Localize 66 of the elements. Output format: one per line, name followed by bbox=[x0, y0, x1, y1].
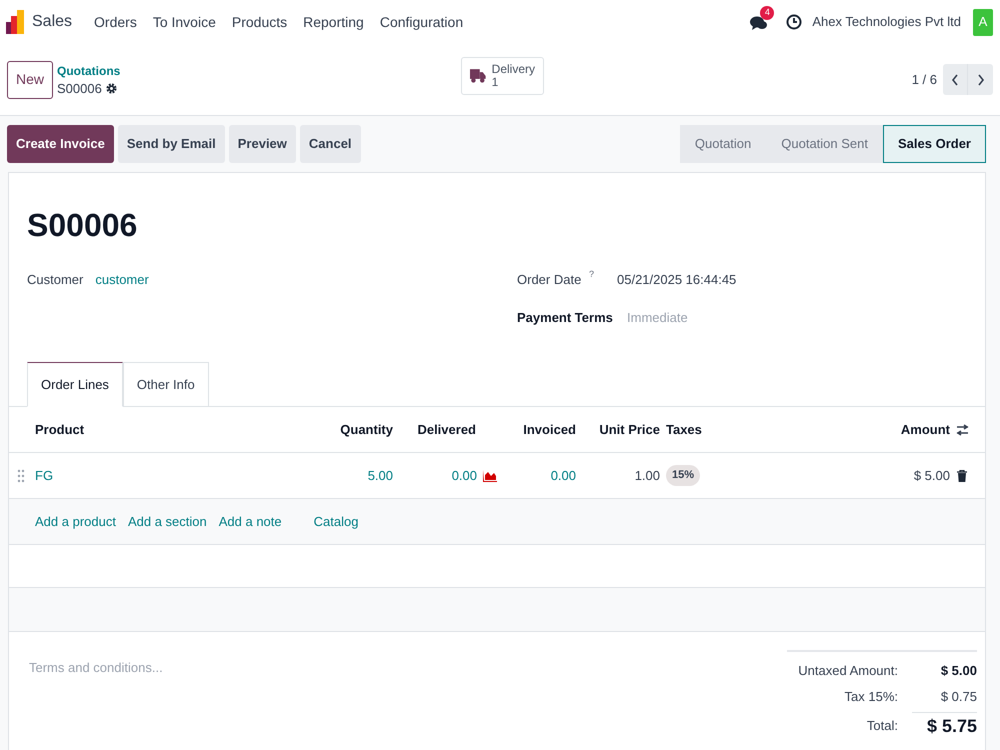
field-label: Payment Terms bbox=[517, 309, 614, 328]
add-line-link[interactable]: Add a product bbox=[35, 512, 116, 532]
gear-icon[interactable] bbox=[106, 82, 117, 94]
menu-item[interactable]: Products bbox=[224, 12, 296, 32]
column-header[interactable]: Quantity bbox=[301, 420, 397, 440]
total-label: Untaxed Amount: bbox=[797, 662, 899, 680]
new-button[interactable]: New bbox=[7, 60, 54, 98]
trash-icon[interactable] bbox=[957, 470, 967, 482]
column-header[interactable]: Taxes bbox=[660, 420, 879, 440]
app-logo-icon[interactable] bbox=[6, 10, 24, 34]
app-name[interactable]: Sales bbox=[32, 10, 72, 34]
column-header[interactable]: Invoiced bbox=[501, 420, 580, 440]
unit-price-cell-text: 1.00 bbox=[634, 466, 660, 485]
delivery-smart-button[interactable]: Delivery 1 bbox=[461, 57, 544, 95]
previous-button[interactable] bbox=[943, 64, 968, 95]
product-cell[interactable]: FG bbox=[35, 466, 301, 486]
record-name: S00006 bbox=[57, 80, 102, 96]
add-line-link[interactable]: Catalog bbox=[314, 512, 358, 532]
clock-icon[interactable] bbox=[786, 14, 802, 30]
action-button[interactable]: Create Invoice bbox=[7, 125, 114, 163]
add-line-link[interactable]: Add a note bbox=[218, 512, 282, 532]
menu-item[interactable]: To Invoice bbox=[144, 12, 224, 32]
column-settings-icon[interactable] bbox=[956, 424, 969, 436]
menu-item[interactable]: Orders bbox=[86, 12, 145, 32]
drag-handle-icon[interactable] bbox=[17, 468, 25, 482]
add-line-link[interactable]: Add a section bbox=[128, 512, 207, 532]
column-header[interactable]: Product bbox=[35, 420, 301, 440]
total-value: $ 0.75 bbox=[940, 688, 977, 706]
invoiced-cell-text: 0.00 bbox=[550, 466, 577, 485]
total-label: Total: bbox=[866, 717, 899, 736]
next-button[interactable] bbox=[968, 64, 993, 95]
form-tab[interactable]: Order Lines bbox=[27, 362, 123, 407]
column-header[interactable]: Amount bbox=[879, 420, 950, 440]
delivered-cell-text: 0.00 bbox=[452, 466, 477, 485]
field-label: Customer bbox=[27, 271, 84, 290]
total-label: Tax 15%: bbox=[844, 688, 899, 706]
field-label: Order Date bbox=[517, 271, 582, 290]
column-header[interactable]: Delivered bbox=[397, 420, 501, 440]
chat-icon[interactable] bbox=[750, 16, 768, 32]
record-title: S00006 bbox=[27, 206, 138, 245]
column-header[interactable]: Unit Price bbox=[580, 420, 660, 440]
form-tab[interactable]: Other Info bbox=[122, 362, 209, 407]
area-chart-icon[interactable] bbox=[483, 470, 497, 482]
field-value[interactable]: customer bbox=[95, 270, 149, 290]
tax-tag: 15% bbox=[666, 465, 700, 486]
status-stage[interactable]: Sales Order bbox=[883, 125, 986, 163]
field-value: 05/21/2025 16:44:45 bbox=[617, 271, 736, 290]
menu-item[interactable]: Configuration bbox=[372, 12, 472, 32]
chevron-right-icon bbox=[976, 74, 984, 86]
amount-cell-text: $ 5.00 bbox=[912, 466, 950, 485]
notification-count: 4 bbox=[760, 6, 774, 20]
total-value: $ 5.75 bbox=[912, 712, 977, 740]
menu-item[interactable]: Reporting bbox=[295, 12, 372, 32]
action-button[interactable]: Send by Email bbox=[118, 125, 225, 163]
status-stage[interactable]: Quotation bbox=[680, 125, 766, 163]
action-button[interactable]: Cancel bbox=[300, 125, 361, 163]
action-button[interactable]: Preview bbox=[228, 125, 296, 163]
chevron-left-icon bbox=[951, 74, 959, 86]
breadcrumb-link[interactable]: Quotations bbox=[57, 62, 120, 80]
total-value: $ 5.00 bbox=[940, 662, 977, 680]
quantity-cell-text: 5.00 bbox=[366, 466, 394, 485]
truck-icon bbox=[470, 69, 486, 83]
company-name[interactable]: Ahex Technologies Pvt ltd bbox=[812, 12, 961, 32]
pager-value: 1 / 6 bbox=[912, 70, 937, 89]
status-stage[interactable]: Quotation Sent bbox=[766, 125, 883, 163]
help-marker[interactable]: ? bbox=[589, 269, 607, 279]
